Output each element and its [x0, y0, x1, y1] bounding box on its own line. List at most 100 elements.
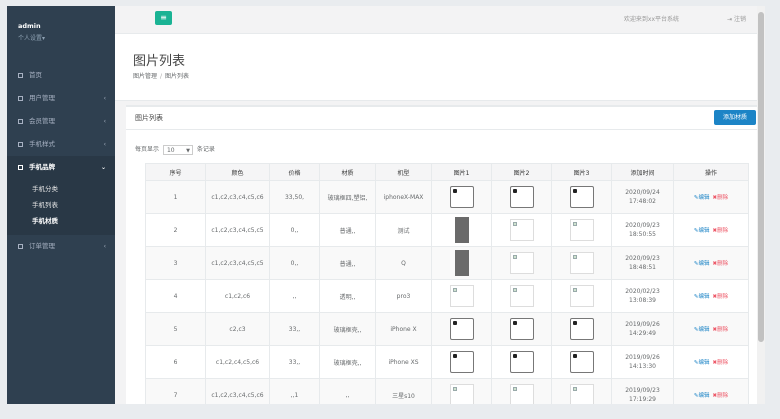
table-row: 7 c1,c2,c3,c4,c5,c6 ,,1,, 三星s10 2019/09/23 17…	[145, 378, 749, 404]
page-length-select[interactable]: 10 ▼	[162, 144, 193, 155]
personal-settings-link[interactable]: 个人设置▾	[18, 33, 115, 42]
image-thumbnail-icon[interactable]	[569, 384, 594, 404]
sidebar-item-users[interactable]: 用户管理 ‹	[7, 87, 115, 110]
image-thumbnail-icon[interactable]	[454, 217, 469, 243]
cell-actions: ✎编辑 ✖删除	[673, 279, 749, 313]
image-thumbnail-icon[interactable]	[449, 351, 474, 373]
added-date: 2019/09/23	[625, 387, 660, 394]
delete-button[interactable]: ✖删除	[713, 195, 729, 201]
logout-link[interactable]: ⇥ 注销	[727, 14, 746, 23]
image-thumbnail-icon[interactable]	[449, 318, 474, 340]
column-header[interactable]: 图片1	[431, 163, 492, 181]
page-title: 图片列表	[133, 54, 186, 69]
column-header[interactable]: 颜色	[205, 163, 270, 181]
submenu-item-material[interactable]: 手机材质	[7, 213, 115, 229]
edit-button[interactable]: ✎编辑	[694, 360, 710, 366]
delete-button[interactable]: ✖删除	[713, 294, 729, 300]
column-header[interactable]: 添加时间	[611, 163, 674, 181]
sidebar-item-members[interactable]: 会员管理 ‹	[7, 110, 115, 133]
image-thumbnail-icon[interactable]	[509, 351, 534, 373]
grid-icon	[18, 243, 23, 249]
image-thumbnail-icon[interactable]	[449, 384, 474, 404]
image-cell	[551, 312, 612, 346]
edit-button[interactable]: ✎编辑	[694, 195, 710, 201]
image-cell	[431, 213, 492, 247]
image-thumbnail-icon[interactable]	[569, 186, 594, 208]
length-prefix: 每页显示	[135, 146, 160, 153]
edit-button[interactable]: ✎编辑	[694, 327, 710, 333]
image-thumbnail-icon[interactable]	[454, 250, 469, 276]
column-header[interactable]: 序号	[145, 163, 206, 181]
image-thumbnail-icon[interactable]	[569, 318, 594, 340]
delete-button[interactable]: ✖删除	[713, 360, 729, 366]
table-row: 4 c1,c2,c6,, 透明,, pro3 2020/02/23 13:08:39 ✎编辑…	[145, 279, 749, 313]
column-header[interactable]: 图片2	[491, 163, 552, 181]
delete-button[interactable]: ✖删除	[713, 327, 729, 333]
image-cell	[491, 378, 552, 404]
cell-model: 测试	[375, 213, 432, 247]
added-date: 2019/09/26	[625, 321, 660, 328]
added-date: 2020/09/23	[625, 222, 660, 229]
cell-added-time: 2020/09/23 18:48:51	[611, 246, 674, 280]
column-header[interactable]: 材质	[319, 163, 376, 181]
edit-button[interactable]: ✎编辑	[694, 261, 710, 267]
image-thumbnail-icon[interactable]	[509, 285, 534, 307]
image-thumbnail-icon[interactable]	[509, 318, 534, 340]
added-clock: 17:19:29	[629, 396, 656, 403]
chevron-left-icon: ‹	[103, 95, 106, 102]
image-thumbnail-icon[interactable]	[509, 219, 534, 241]
welcome-text: 欢迎来到xx平台系统	[623, 16, 679, 23]
page-scrollbar[interactable]	[757, 6, 765, 404]
cell-id: 4	[145, 279, 206, 313]
sidebar-item-label: 手机品牌	[29, 163, 55, 171]
sidebar-item-home[interactable]: 首页	[7, 64, 115, 87]
sidebar-item-orders[interactable]: 订单管理 ‹	[7, 235, 115, 258]
menu-toggle-button[interactable]: ≡	[155, 11, 172, 25]
column-header[interactable]: 操作	[673, 163, 749, 181]
breadcrumb-parent[interactable]: 图片管理	[133, 73, 157, 80]
column-header[interactable]: 机型	[375, 163, 432, 181]
image-thumbnail-icon[interactable]	[509, 252, 534, 274]
image-thumbnail-icon[interactable]	[509, 186, 534, 208]
image-thumbnail-icon[interactable]	[569, 285, 594, 307]
cell-price: 0,,	[269, 246, 320, 280]
scrollbar-thumb[interactable]	[758, 12, 764, 342]
table-header-row: 序号 颜色 价格 材质 机型 图片1 图片2 图片3 添加时间 操作	[145, 163, 749, 181]
grid-icon	[18, 118, 23, 124]
edit-button[interactable]: ✎编辑	[694, 393, 710, 399]
chevron-left-icon: ‹	[103, 243, 106, 250]
sidebar-item-phone-style[interactable]: 手机样式 ‹	[7, 133, 115, 156]
page-length-control: 每页显示 10 ▼ 条记录	[135, 144, 215, 155]
image-thumbnail-icon[interactable]	[449, 186, 474, 208]
cell-actions: ✎编辑 ✖删除	[673, 345, 749, 379]
image-thumbnail-icon[interactable]	[509, 384, 534, 404]
grid-icon	[18, 95, 23, 101]
image-thumbnail-icon[interactable]	[569, 219, 594, 241]
image-thumbnail-icon[interactable]	[569, 351, 594, 373]
image-thumbnail-icon[interactable]	[569, 252, 594, 274]
cell-added-time: 2020/02/23 13:08:39	[611, 279, 674, 313]
image-cell	[491, 279, 552, 313]
delete-button[interactable]: ✖删除	[713, 228, 729, 234]
submenu-item-list[interactable]: 手机列表	[7, 197, 115, 213]
image-thumbnail-icon[interactable]	[449, 285, 474, 307]
column-header[interactable]: 图片3	[551, 163, 612, 181]
cell-id: 7	[145, 378, 206, 404]
cell-price: ,,1	[269, 378, 320, 404]
cell-price: 33,50,	[269, 180, 320, 214]
image-cell	[491, 246, 552, 280]
cell-added-time: 2020/09/24 17:48:02	[611, 180, 674, 214]
table-row: 2 c1,c2,c3,c4,c5,c5 0,, 普通,, 测试 2020/09/23 18:…	[145, 213, 749, 247]
chevron-left-icon: ‹	[103, 118, 106, 125]
sidebar-item-phone-brand[interactable]: 手机品牌 ⌄	[7, 156, 115, 179]
image-cell	[551, 345, 612, 379]
column-header[interactable]: 价格	[269, 163, 320, 181]
delete-button[interactable]: ✖删除	[713, 393, 729, 399]
cell-color: c1,c2,c4,c5,c6	[205, 345, 270, 379]
edit-button[interactable]: ✎编辑	[694, 228, 710, 234]
submenu-item-category[interactable]: 手机分类	[7, 181, 115, 197]
add-material-button[interactable]: 添加材质	[714, 110, 756, 125]
edit-button[interactable]: ✎编辑	[694, 294, 710, 300]
panel-title: 图片列表	[135, 114, 163, 122]
delete-button[interactable]: ✖删除	[713, 261, 729, 267]
